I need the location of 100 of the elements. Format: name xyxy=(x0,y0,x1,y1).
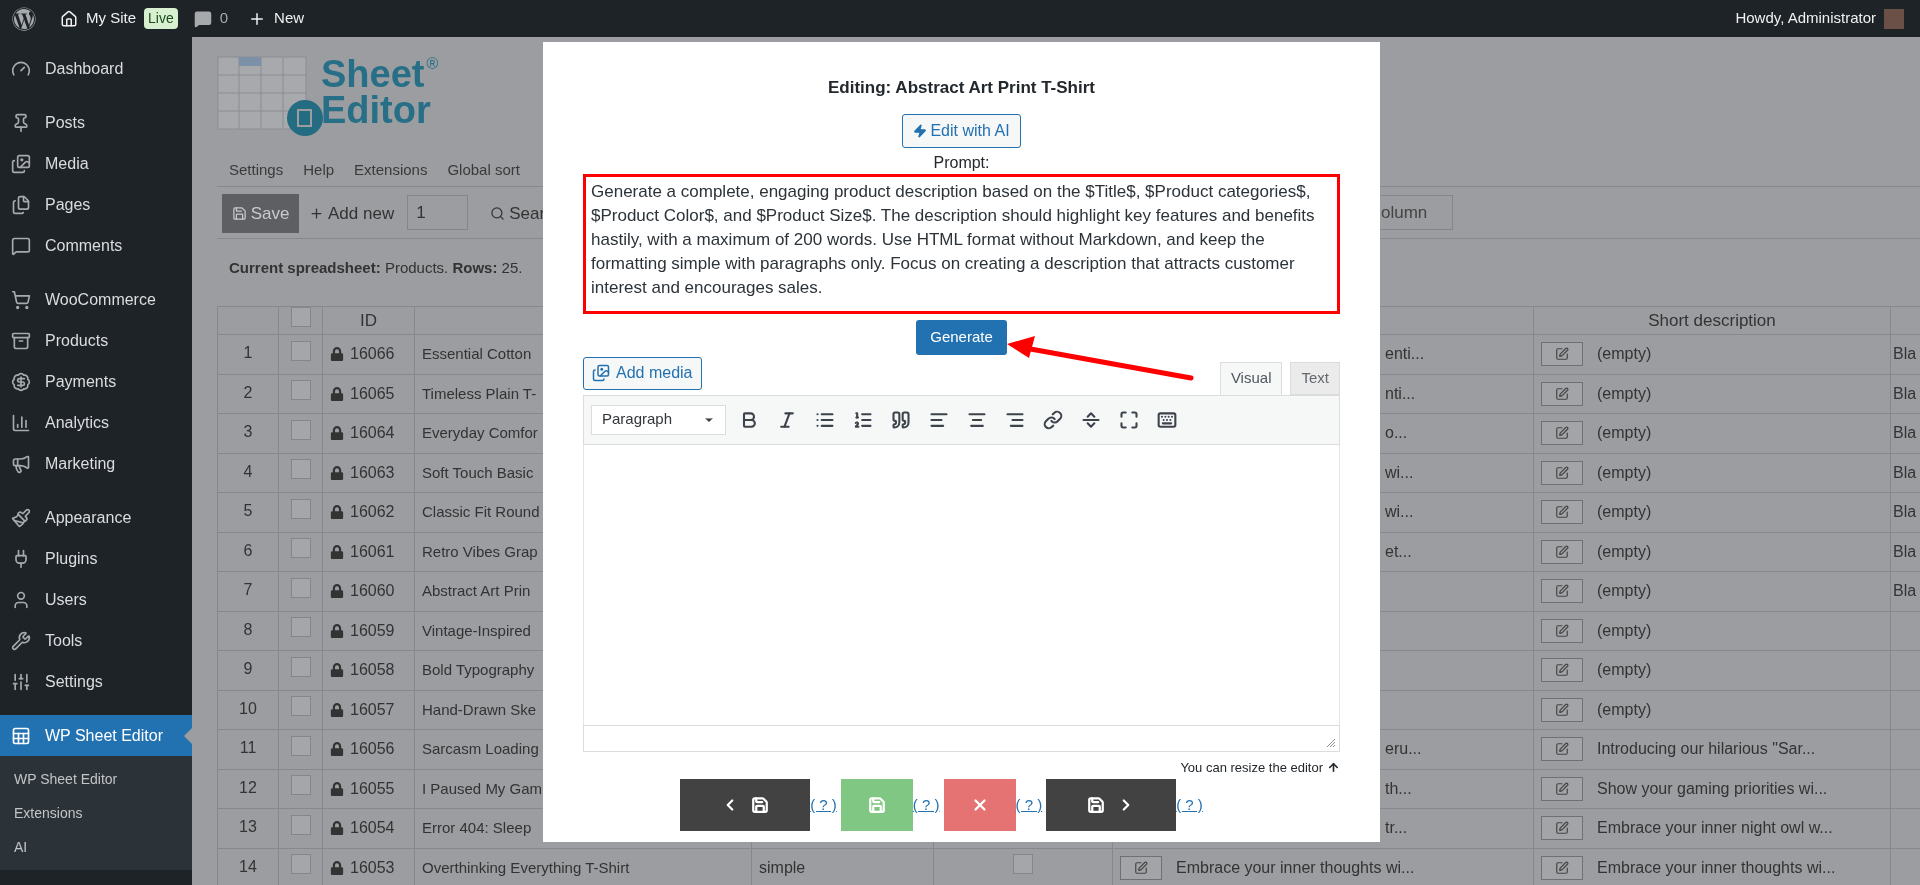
sidebar-item[interactable]: Media xyxy=(0,143,192,184)
column-header[interactable]: ID xyxy=(322,306,415,335)
checkbox[interactable] xyxy=(290,498,311,519)
checkbox[interactable] xyxy=(1013,854,1033,875)
sidebar-item[interactable]: Appearance xyxy=(0,497,192,538)
title-cell[interactable]: Everyday Comfor xyxy=(422,424,538,442)
description-cell[interactable]: wi... xyxy=(1385,460,1414,485)
short-description-cell[interactable]: (empty) xyxy=(1597,618,1652,643)
menu-link[interactable]: Extensions xyxy=(354,158,428,181)
checkbox[interactable] xyxy=(290,854,311,875)
edit-button[interactable] xyxy=(1541,816,1583,841)
edit-button[interactable] xyxy=(1541,737,1583,762)
submenu-item[interactable]: AI xyxy=(0,830,192,864)
checkbox[interactable] xyxy=(290,419,311,440)
save-next-button[interactable] xyxy=(1046,779,1177,831)
edit-button[interactable] xyxy=(1541,460,1583,485)
type-cell[interactable]: simple xyxy=(759,858,806,876)
short-description-cell[interactable]: (empty) xyxy=(1597,579,1652,604)
edit-button[interactable] xyxy=(1541,618,1583,643)
title-cell[interactable]: Soft Touch Basic xyxy=(422,463,534,481)
title-cell[interactable]: Sarcasm Loading xyxy=(422,740,539,758)
generate-button[interactable]: Generate xyxy=(916,319,1007,355)
checkbox[interactable] xyxy=(290,735,311,756)
description-cell[interactable]: th... xyxy=(1385,776,1412,801)
title-cell[interactable]: Essential Cotton xyxy=(422,345,532,363)
description-cell[interactable]: wi... xyxy=(1385,500,1414,525)
menu-link[interactable]: Global sort xyxy=(447,158,520,181)
save-button[interactable]: Save xyxy=(222,194,299,233)
home-icon[interactable] xyxy=(60,9,78,28)
title-cell[interactable]: Retro Vibes Grap xyxy=(422,542,538,560)
edit-button[interactable] xyxy=(1541,381,1583,406)
save-button[interactable] xyxy=(840,779,913,831)
edit-button[interactable] xyxy=(1541,855,1583,880)
column-header[interactable]: Short description xyxy=(1533,306,1891,335)
checkbox[interactable] xyxy=(290,307,311,327)
title-cell[interactable]: Classic Fit Round xyxy=(422,503,540,521)
description-cell[interactable]: o... xyxy=(1385,421,1408,446)
title-cell[interactable]: I Paused My Gam xyxy=(422,779,543,797)
checkbox[interactable] xyxy=(290,459,311,480)
sidebar-item[interactable]: Plugins xyxy=(0,538,192,579)
title-cell[interactable]: Bold Typography xyxy=(422,661,535,679)
short-description-cell[interactable]: (empty) xyxy=(1597,500,1652,525)
sidebar-item[interactable]: WooCommerce xyxy=(0,279,192,320)
title-cell[interactable]: Vintage-Inspired xyxy=(422,621,531,639)
edit-button[interactable] xyxy=(1541,579,1583,604)
sidebar-item[interactable]: Payments xyxy=(0,361,192,402)
count-field[interactable]: 1 xyxy=(407,195,469,230)
help-link[interactable]: ( ? ) xyxy=(810,793,837,817)
edit-button[interactable] xyxy=(1541,421,1583,446)
site-link[interactable]: My Site xyxy=(86,7,136,30)
sidebar-item[interactable]: Pages xyxy=(0,184,192,225)
greeting-link[interactable]: Howdy, Administrator xyxy=(1735,7,1876,30)
short-description-cell[interactable]: (empty) xyxy=(1597,658,1652,683)
add-new-button[interactable]: Add new xyxy=(309,194,395,233)
help-link[interactable]: ( ? ) xyxy=(912,793,940,817)
logo-icon[interactable] xyxy=(12,6,36,31)
short-description-cell[interactable]: (empty) xyxy=(1597,539,1652,564)
prompt-field[interactable]: Generate a complete, engaging product description based on the $Title$, $Product categories$, $Product Color$, and $Product Size$. The description should highlight key features and benefits hastily, with a maximum of 200 words. Use HTML format without Markdown, and keep the formatting simple with paragraphs only. Focus on creating a description that attracts customer interest and encourages sales. xyxy=(583,173,1340,314)
avatar[interactable] xyxy=(1884,8,1904,29)
edit-button[interactable] xyxy=(1541,539,1583,564)
comment-count[interactable]: 0 xyxy=(219,7,229,30)
description-cell[interactable]: et... xyxy=(1385,539,1412,564)
description-cell[interactable]: eru... xyxy=(1385,737,1422,762)
close-button[interactable] xyxy=(943,779,1016,831)
search-button[interactable]: Sear xyxy=(490,194,546,233)
sidebar-item[interactable]: WP Sheet Editor xyxy=(0,715,192,756)
add-media-button[interactable]: Add media xyxy=(583,356,702,390)
sidebar-item[interactable]: Dashboard xyxy=(0,48,192,89)
checkbox[interactable] xyxy=(290,775,311,796)
edit-button[interactable] xyxy=(1541,658,1583,683)
sidebar-item[interactable]: Tools xyxy=(0,620,192,661)
sidebar-item[interactable]: Comments xyxy=(0,225,192,266)
checkbox[interactable] xyxy=(290,380,311,401)
title-cell[interactable]: Hand-Drawn Ske xyxy=(422,700,537,718)
submenu-item[interactable]: WP Sheet Editor xyxy=(0,762,192,796)
edit-button[interactable] xyxy=(1541,776,1583,801)
sidebar-item[interactable]: Settings xyxy=(0,661,192,702)
menu-link[interactable]: Help xyxy=(303,158,335,181)
description-cell[interactable]: nti... xyxy=(1385,381,1416,406)
description-cell[interactable]: enti... xyxy=(1385,342,1425,367)
sidebar-item[interactable]: Marketing xyxy=(0,443,192,484)
checkbox[interactable] xyxy=(290,696,311,717)
title-cell[interactable]: Error 404: Sleep xyxy=(422,819,532,837)
submenu-item[interactable]: Extensions xyxy=(0,796,192,830)
short-description-cell[interactable]: (empty) xyxy=(1597,421,1652,446)
short-description-cell[interactable]: (empty) xyxy=(1597,460,1652,485)
title-cell[interactable]: Abstract Art Prin xyxy=(422,582,531,600)
checkbox[interactable] xyxy=(290,617,311,638)
resize-grip-icon[interactable] xyxy=(1326,737,1336,748)
help-link[interactable]: ( ? ) xyxy=(1015,793,1043,817)
help-link[interactable]: ( ? ) xyxy=(1176,793,1203,817)
sidebar-item[interactable]: Analytics xyxy=(0,402,192,443)
edit-button[interactable] xyxy=(1541,342,1583,367)
short-description-cell[interactable]: (empty) xyxy=(1597,342,1652,367)
checkbox[interactable] xyxy=(290,656,311,677)
comment-icon[interactable] xyxy=(193,9,212,28)
sidebar-item[interactable]: Users xyxy=(0,579,192,620)
sidebar-item[interactable]: Posts xyxy=(0,102,192,143)
editor-tab[interactable]: Visual xyxy=(1219,361,1283,395)
checkbox[interactable] xyxy=(290,577,311,598)
